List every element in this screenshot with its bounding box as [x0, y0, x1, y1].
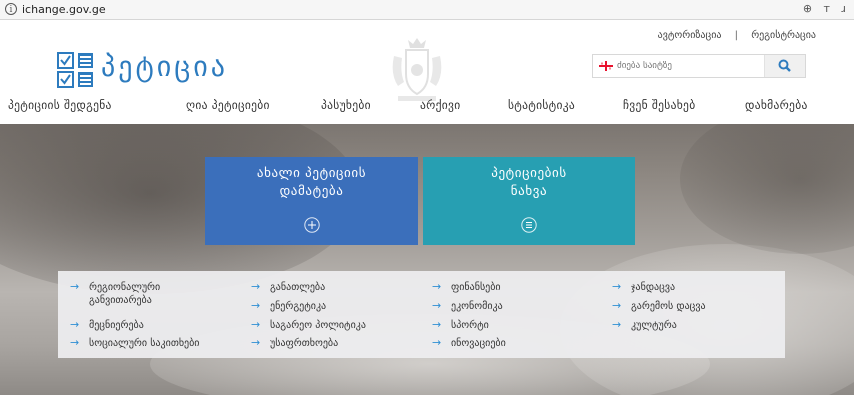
- auth-separator: |: [734, 30, 739, 41]
- category-link[interactable]: → სოციალური საკითხები: [70, 336, 199, 350]
- nav-item-create-petition[interactable]: პეტიციის შედგენა: [8, 98, 112, 112]
- nav-item-about-us[interactable]: ჩვენ შესახებ: [623, 98, 695, 112]
- site-logo-text[interactable]: პეტიცია: [101, 50, 228, 83]
- search-input[interactable]: [617, 58, 767, 74]
- category-link[interactable]: → უსაფრთხოება: [251, 336, 338, 350]
- register-link[interactable]: რეგისტრაცია: [751, 30, 816, 41]
- arrow-right-icon: →: [70, 280, 80, 293]
- arrow-right-icon: →: [432, 336, 442, 349]
- main-nav: პეტიციის შედგენა ღია პეტიციები პასუხები …: [0, 98, 854, 120]
- new-petition-line2: დამატება: [279, 184, 344, 199]
- nav-item-help[interactable]: დახმარება: [745, 98, 808, 112]
- category-link[interactable]: → ინოვაციები: [432, 336, 506, 350]
- view-petitions-line2: ნახვა: [510, 184, 548, 199]
- category-link[interactable]: → რეგიონალური განვითარება: [70, 280, 219, 307]
- arrow-right-icon: →: [612, 299, 622, 312]
- arrow-right-icon: →: [251, 336, 261, 349]
- arrow-right-icon: →: [612, 280, 622, 293]
- category-link[interactable]: → საგარეო პოლიტიკა: [251, 318, 366, 332]
- coat-of-arms-emblem: [392, 38, 442, 101]
- arrow-right-icon: →: [612, 318, 622, 331]
- search-button[interactable]: [764, 55, 805, 77]
- categories-panel: → რეგიონალური განვითარება → მეცნიერება → სო…: [58, 271, 785, 358]
- checklist-logo-icon[interactable]: [57, 52, 95, 88]
- georgian-flag-icon: [599, 61, 613, 71]
- category-link[interactable]: → გარემოს დაცვა: [612, 299, 706, 313]
- category-link[interactable]: → ენერგეტიკა: [251, 299, 326, 313]
- arrow-right-icon: →: [432, 299, 442, 312]
- nav-item-archive[interactable]: არქივი: [420, 98, 461, 112]
- list-circle-icon: [521, 217, 537, 233]
- browser-tools-icons[interactable]: ⊕ ᴛ ɹ: [803, 2, 850, 15]
- browser-address-bar[interactable]: i ichange.gov.ge ⊕ ᴛ ɹ: [0, 0, 854, 20]
- nav-item-answers[interactable]: პასუხები: [321, 98, 371, 112]
- category-link[interactable]: → ჯანდაცვა: [612, 280, 675, 294]
- site-search: [592, 54, 806, 78]
- category-link[interactable]: → სპორტი: [432, 318, 489, 332]
- arrow-right-icon: →: [70, 336, 80, 349]
- arrow-right-icon: →: [251, 318, 261, 331]
- view-petitions-line1: პეტიციების: [491, 166, 567, 181]
- url-text[interactable]: ichange.gov.ge: [22, 3, 106, 16]
- category-link[interactable]: → მეცნიერება: [70, 318, 144, 332]
- nav-item-statistics[interactable]: სტატისტიკა: [508, 98, 575, 112]
- view-petitions-tile[interactable]: პეტიციების ნახვა: [423, 157, 635, 245]
- arrow-right-icon: →: [432, 280, 442, 293]
- new-petition-tile[interactable]: ახალი პეტიციის დამატება: [205, 157, 418, 245]
- arrow-right-icon: →: [432, 318, 442, 331]
- category-link[interactable]: → კულტურა: [612, 318, 677, 332]
- arrow-right-icon: →: [251, 280, 261, 293]
- category-link[interactable]: → ფინანსები: [432, 280, 501, 294]
- category-link[interactable]: → ეკონომიკა: [432, 299, 503, 313]
- search-icon[interactable]: [765, 55, 805, 77]
- info-icon[interactable]: i: [5, 3, 17, 15]
- nav-item-open-petitions[interactable]: ღია პეტიციები: [186, 98, 270, 112]
- arrow-right-icon: →: [70, 318, 80, 331]
- plus-circle-icon: [303, 217, 320, 233]
- new-petition-line1: ახალი პეტიციის: [256, 166, 367, 181]
- auth-links: ავტორიზაცია | რეგისტრაცია: [658, 30, 816, 41]
- category-link[interactable]: → განათლება: [251, 280, 325, 294]
- login-link[interactable]: ავტორიზაცია: [658, 30, 722, 41]
- arrow-right-icon: →: [251, 299, 261, 312]
